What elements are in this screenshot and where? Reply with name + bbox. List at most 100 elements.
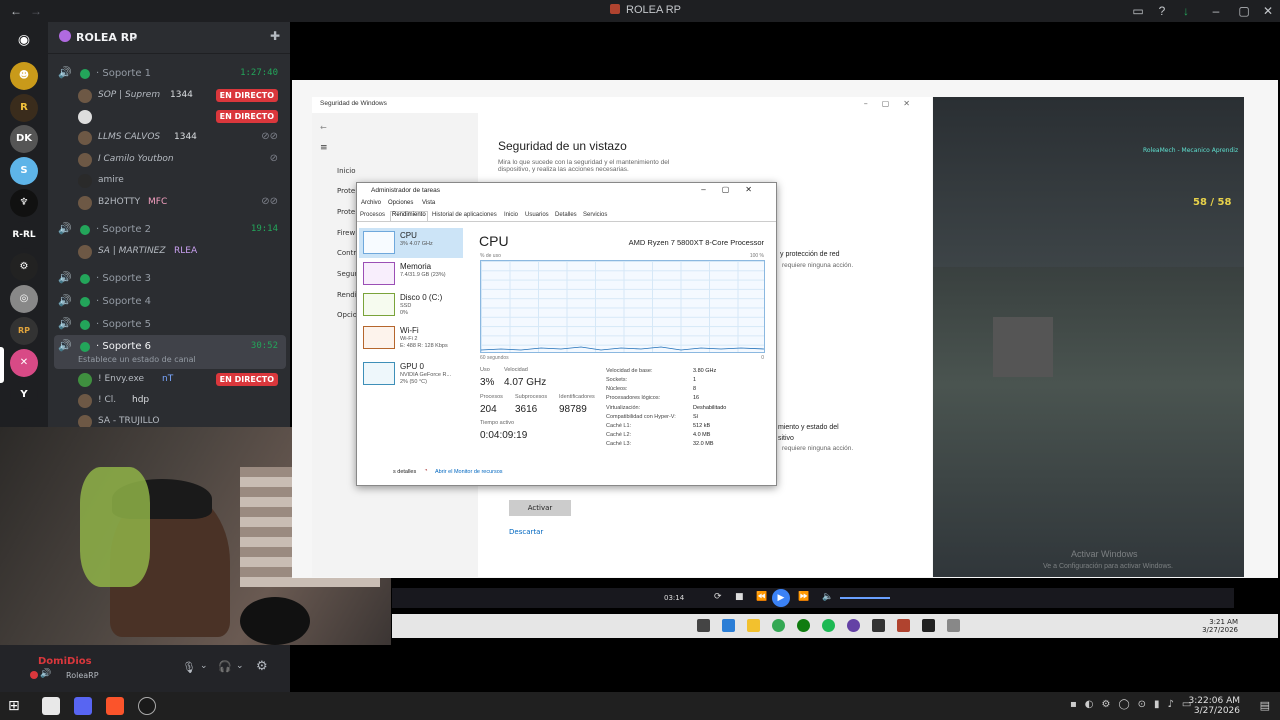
chrome-icon[interactable] (772, 619, 785, 632)
system-clock[interactable]: 3:22:06 AM 3/27/2026 (1189, 696, 1240, 716)
voice-member[interactable]: amire (78, 171, 284, 191)
microphone-icon[interactable]: 🎙 (182, 661, 196, 674)
sidebar-item-cpu[interactable]: CPU 3% 4.07 GHz (359, 228, 463, 258)
server-icon[interactable]: R (10, 94, 38, 122)
server-icon[interactable]: ◎ (10, 285, 38, 313)
back-arrow-icon[interactable]: ← (320, 123, 327, 132)
sidebar-item-gpu[interactable]: GPU 0 NVIDIA GeForce R... 2% (50 °C) (359, 359, 463, 389)
activate-button[interactable]: Activar (509, 500, 571, 516)
nav-item[interactable]: Segur (337, 270, 358, 278)
add-member-icon[interactable]: ✚ (270, 29, 280, 43)
nav-item[interactable]: Firew (337, 229, 355, 237)
voice-channel[interactable]: 🔊 · Soporte 4 (56, 292, 284, 312)
shield-icon[interactable] (922, 619, 935, 632)
voice-member[interactable]: EN DIRECTO (78, 107, 284, 127)
user-name[interactable]: DomiDios (38, 656, 92, 667)
taskbar-app-icon[interactable] (872, 619, 885, 632)
voice-member[interactable]: SA - TRUJILLO (78, 412, 284, 427)
discord-home-icon[interactable]: ◉ (10, 26, 38, 54)
voice-member[interactable]: LLMS CALVOS 1344 ⊘⊘ (78, 128, 284, 148)
voice-member[interactable]: ! Envy.exe nT EN DIRECTO (78, 370, 284, 390)
play-icon[interactable]: ▶ (772, 589, 790, 607)
volume-icon[interactable]: 🔈 (822, 592, 833, 602)
menu-options[interactable]: Opciones (388, 200, 413, 206)
taskbar-app-icon[interactable] (722, 619, 735, 632)
stop-icon[interactable]: ■ (735, 592, 744, 602)
nav-item[interactable]: Prote (337, 187, 355, 195)
server-icon[interactable]: ♆ (10, 189, 38, 217)
server-icon[interactable]: S (10, 157, 38, 185)
voice-member[interactable]: SA | MARTINEZ RLEA (78, 242, 284, 262)
settings-gear-icon[interactable]: ⚙ (256, 659, 268, 674)
dismiss-link[interactable]: Descartar (509, 528, 543, 536)
voice-member[interactable]: ! Cl. hdp (78, 391, 284, 411)
sidebar-item-memory[interactable]: Memoria 7.4/31.9 GB (23%) (359, 259, 463, 289)
hamburger-menu-icon[interactable]: ≡ (320, 143, 328, 153)
rewind-icon[interactable]: ⏪ (756, 592, 767, 602)
sidebar-item-disk[interactable]: Disco 0 (C:) SSD 0% (359, 290, 463, 320)
server-icon[interactable]: R-RL (10, 221, 38, 249)
resource-monitor-link[interactable]: Abrir el Monitor de recursos (435, 469, 503, 475)
tab-app-history[interactable]: Historial de aplicaciones (432, 212, 497, 218)
tab-users[interactable]: Usuarios (525, 212, 549, 218)
taskbar-app-icon[interactable] (897, 619, 910, 632)
help-icon[interactable]: ? (1154, 3, 1170, 19)
maximize-icon[interactable]: ▢ (1236, 3, 1252, 19)
forward-arrow-icon[interactable]: → (28, 3, 44, 19)
server-icon[interactable]: ⚙ (10, 253, 38, 281)
inbox-icon[interactable]: ▭ (1130, 3, 1146, 19)
notification-icon[interactable]: ▤ (1260, 699, 1270, 712)
nav-item[interactable]: Rendi (337, 291, 357, 299)
fewer-details-link[interactable]: s detalles (393, 469, 416, 475)
spotify-icon[interactable] (822, 619, 835, 632)
download-icon[interactable]: ↓ (1178, 3, 1194, 19)
tab-services[interactable]: Servicios (583, 212, 607, 218)
close-icon[interactable]: ✕ (1260, 3, 1276, 19)
nav-item[interactable]: Prote (337, 208, 355, 216)
server-icon[interactable]: Y (10, 381, 38, 409)
window-controls[interactable]: –▢✕ (701, 185, 768, 194)
discord-icon[interactable] (74, 697, 92, 715)
obs-icon[interactable] (138, 697, 156, 715)
chevron-down-icon[interactable]: ⌄ (200, 661, 208, 671)
fast-forward-icon[interactable]: ⏩ (798, 592, 809, 602)
server-header[interactable]: ROLEA RP ⌄ ✚ (48, 22, 290, 54)
brave-icon[interactable] (106, 697, 124, 715)
tab-performance[interactable]: Rendimiento (392, 212, 426, 218)
voice-channel[interactable]: 🔊 · Soporte 1 1:27:40 (56, 64, 284, 84)
volume-slider[interactable] (840, 597, 890, 599)
menu-file[interactable]: Archivo (361, 200, 381, 206)
channel-status-placeholder[interactable]: Establece un estado de canal (78, 355, 196, 364)
minimize-icon[interactable]: – (1208, 3, 1224, 19)
server-icon[interactable]: DK (10, 125, 38, 153)
voice-member[interactable]: I Camilo Youtbon ⊘ (78, 150, 284, 170)
menu-view[interactable]: Vista (422, 200, 435, 206)
sidebar-item-wifi[interactable]: Wi-Fi Wi-Fi 2 E: 488 R: 128 Kbps (359, 323, 463, 353)
system-tray-icons[interactable]: ▪◐⚙◯⊙▮♪▭ (1070, 699, 1199, 710)
folder-icon[interactable] (747, 619, 760, 632)
voice-channel[interactable]: 🔊 · Soporte 5 (56, 315, 284, 335)
server-icon[interactable]: ✕ (10, 349, 38, 377)
nav-item[interactable]: Opcio (337, 311, 357, 319)
task-manager-icon[interactable] (947, 619, 960, 632)
headset-icon[interactable]: 🎧 (218, 660, 232, 673)
voice-channel[interactable]: 🔊 · Soporte 6 30:52 (56, 337, 284, 357)
voice-channel[interactable]: 🔊 · Soporte 2 19:14 (56, 220, 284, 240)
voice-member[interactable]: B2HOTTY MFC ⊘⊘ (78, 193, 284, 213)
tab-details[interactable]: Detalles (555, 212, 577, 218)
window-controls[interactable]: –▢✕ (864, 99, 924, 108)
back-arrow-icon[interactable]: ← (8, 3, 24, 19)
taskbar-app-icon[interactable] (847, 619, 860, 632)
replay-icon[interactable]: ⟳ (714, 592, 722, 602)
voice-channel[interactable]: 🔊 · Soporte 3 (56, 269, 284, 289)
tab-processes[interactable]: Procesos (360, 212, 385, 218)
nav-item[interactable]: Contr (337, 249, 356, 257)
file-explorer-icon[interactable] (42, 697, 60, 715)
tab-startup[interactable]: Inicio (504, 212, 518, 218)
server-icon[interactable]: RP (10, 317, 38, 345)
server-icon[interactable]: ☻ (10, 62, 38, 90)
chevron-down-icon[interactable]: ⌄ (236, 661, 244, 671)
xbox-icon[interactable] (797, 619, 810, 632)
nav-item-home[interactable]: Inicio (337, 167, 356, 175)
windows-start-icon[interactable]: ⊞ (8, 698, 20, 714)
